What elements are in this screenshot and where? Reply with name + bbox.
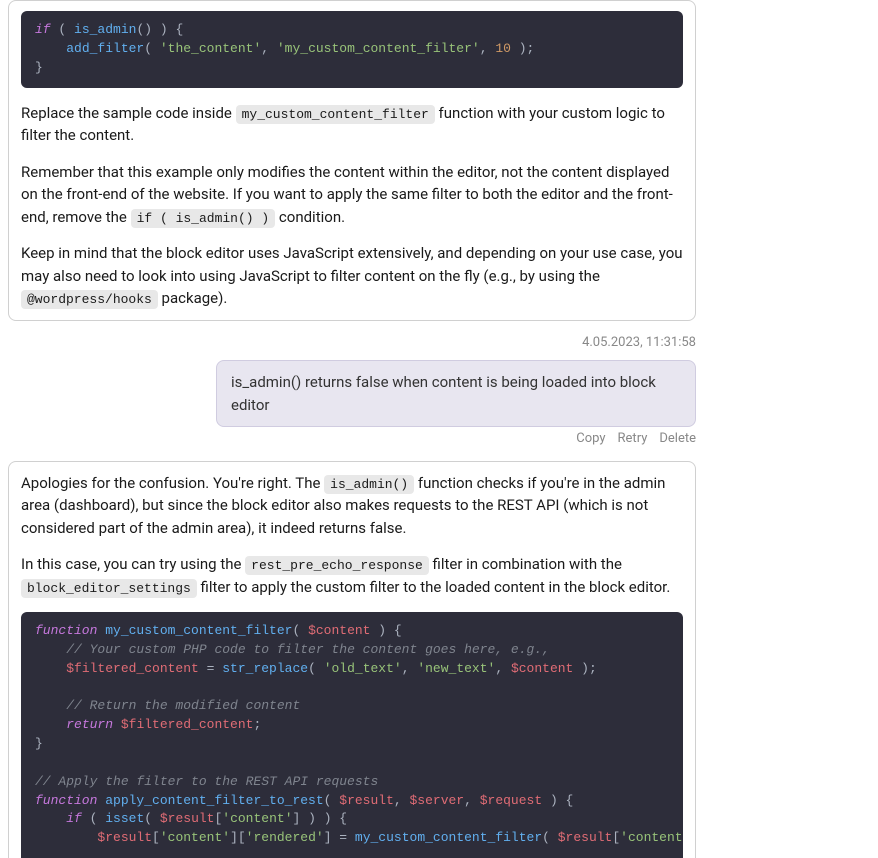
inline-code: is_admin() [324, 475, 414, 494]
paragraph: Replace the sample code inside my_custom… [21, 102, 683, 147]
inline-code: rest_pre_echo_response [245, 556, 429, 575]
paragraph: In this case, you can try using the rest… [21, 553, 683, 598]
paragraph: Remember that this example only modifies… [21, 161, 683, 229]
inline-code: block_editor_settings [21, 579, 197, 598]
retry-button[interactable]: Retry [618, 429, 648, 449]
paragraph: Apologies for the confusion. You're righ… [21, 472, 683, 540]
paragraph: Keep in mind that the block editor uses … [21, 242, 683, 310]
inline-code: my_custom_content_filter [236, 105, 435, 124]
inline-code: @wordpress/hooks [21, 290, 158, 309]
copy-button[interactable]: Copy [576, 429, 605, 449]
code-block-1: if ( is_admin() ) { add_filter( 'the_con… [21, 11, 683, 88]
delete-button[interactable]: Delete [659, 429, 696, 449]
assistant-message-1: if ( is_admin() ) { add_filter( 'the_con… [8, 0, 696, 321]
timestamp: 4.05.2023, 11:31:58 [8, 333, 696, 353]
user-message: is_admin() returns false when content is… [216, 360, 696, 427]
code-block-2: function my_custom_content_filter( $cont… [21, 612, 683, 858]
assistant-message-2: Apologies for the confusion. You're righ… [8, 461, 696, 858]
message-actions: Copy Retry Delete [8, 429, 696, 449]
inline-code: if ( is_admin() ) [131, 209, 276, 228]
